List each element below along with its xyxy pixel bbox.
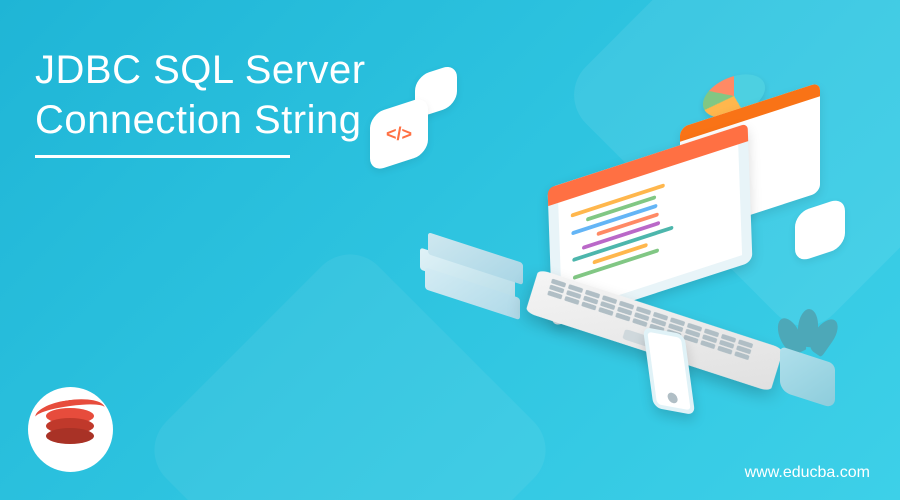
code-tag-card: </> [370,96,428,173]
plant-icon [780,355,835,400]
title-line-1: JDBC SQL Server [35,48,366,92]
code-tag-icon: </> [386,124,412,145]
website-url: www.educba.com [745,464,870,482]
isometric-illustration: </> [360,70,860,450]
hero-banner: JDBC SQL Server Connection String www.ed… [0,0,900,500]
title-underline [35,155,290,158]
code-lines [558,136,742,296]
title-line-2: Connection String [35,98,361,142]
page-title: JDBC SQL Server Connection String [35,45,366,145]
floating-card [795,197,845,263]
logo-badge [28,387,113,472]
laptop-icon [550,155,750,295]
books-stack-icon [420,230,515,315]
sql-server-icon [43,402,98,457]
